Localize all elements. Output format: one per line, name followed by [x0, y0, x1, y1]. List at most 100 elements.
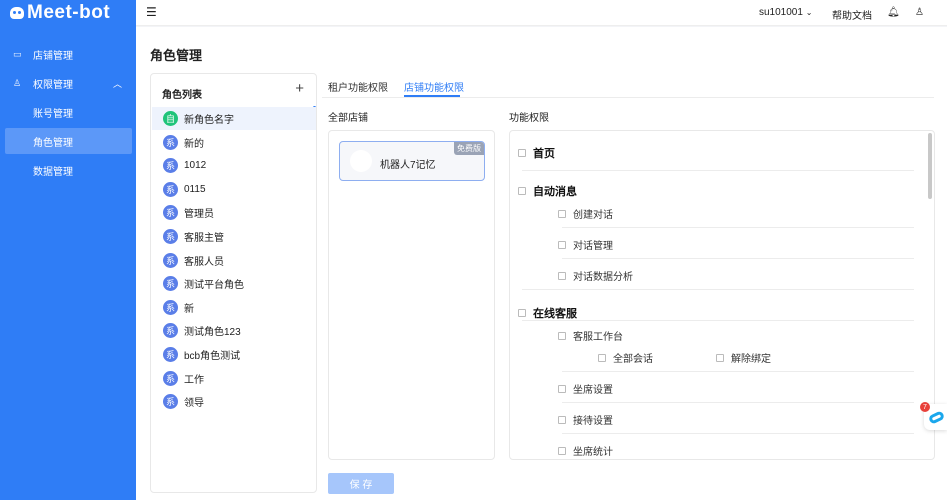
permission-checkbox[interactable]: 对话数据分析 — [558, 268, 633, 283]
role-type-badge: 系 — [163, 134, 178, 150]
role-list-item[interactable]: 系测试角色123 — [152, 319, 316, 342]
tab-tenant-permissions[interactable]: 租户功能权限 — [328, 79, 388, 94]
checkbox-icon — [518, 187, 526, 195]
permission-label: 接待设置 — [573, 416, 613, 427]
role-list-item[interactable]: 系 1012 — [152, 154, 316, 177]
role-name: 管理员 — [184, 209, 214, 221]
role-list-panel: 角色列表 + 自新角色名字系新的系 1012 系 0115 系管理员系客服主管系客服人员… — [150, 73, 317, 493]
role-name: 客服人员 — [184, 256, 224, 268]
permission-checkbox[interactable]: 客服工作台 — [558, 328, 623, 343]
divider — [562, 258, 914, 259]
role-name: 新的 — [184, 138, 204, 150]
sidebar-item-data[interactable]: 数据管理 — [5, 157, 132, 183]
role-name: bcb角色测试 — [184, 351, 241, 362]
role-list-item[interactable]: 系工作 — [152, 367, 316, 390]
sidebar-item-store[interactable]: ▭ 店铺管理 — [5, 41, 132, 67]
role-type-badge: 系 — [163, 181, 178, 197]
role-type-badge: 系 — [163, 229, 178, 244]
permission-label: 在线客服 — [533, 308, 577, 320]
sidebar-item-permissions[interactable]: ♙ 权限管理 ︿ — [5, 70, 132, 96]
role-list-item[interactable]: 系 bcb角色测试 — [152, 343, 316, 366]
tab-store-permissions[interactable]: 店铺功能权限 — [404, 79, 464, 94]
role-type-badge: 系 — [163, 347, 178, 362]
role-name: 测试平台角色 — [184, 280, 244, 292]
permission-label: 解除绑定 — [731, 354, 771, 365]
role-list-item[interactable]: 系领导 — [152, 390, 316, 413]
permission-label: 坐席统计 — [573, 447, 613, 458]
role-list-item[interactable]: 系 0115 — [152, 178, 316, 201]
role-name: 客服主管 — [184, 233, 224, 244]
permission-label: 客服工作台 — [573, 332, 623, 343]
divider — [522, 320, 914, 321]
permission-checkbox[interactable]: 接待设置 — [558, 412, 613, 427]
chat-logo-icon — [927, 410, 946, 425]
role-list-item[interactable]: 系客服人员 — [152, 249, 316, 272]
logo: Meet-bot — [10, 2, 110, 24]
plan-badge: 免费版 — [454, 142, 484, 155]
permission-checkbox[interactable]: 自动消息 — [518, 183, 577, 199]
permission-checkbox[interactable]: 解除绑定 — [716, 350, 771, 365]
role-list-item[interactable]: 系管理员 — [152, 201, 316, 224]
permission-label: 对话管理 — [573, 241, 613, 252]
checkbox-icon — [518, 149, 526, 157]
role-name: 测试角色123 — [184, 327, 241, 339]
checkbox-icon — [558, 446, 566, 455]
checkbox-icon — [558, 331, 566, 340]
checkbox-icon — [558, 209, 566, 218]
divider — [522, 170, 914, 171]
role-type-badge: 系 — [163, 252, 178, 268]
user-dropdown[interactable]: su101001 ⌄ — [759, 7, 812, 18]
permission-checkbox[interactable]: 首页 — [518, 145, 555, 161]
role-type-badge: 系 — [163, 394, 178, 410]
sidebar: Meet-bot ▭ 店铺管理 ♙ 权限管理 ︿ 账号管理 角色管理 数据管理 — [0, 0, 136, 500]
store-avatar — [350, 150, 372, 172]
store-name: 机器人7记忆 — [380, 160, 436, 171]
scrollbar[interactable] — [928, 133, 932, 199]
notification-count-badge: 7 — [920, 402, 930, 412]
role-type-badge: 系 — [163, 370, 178, 386]
divider — [522, 289, 914, 290]
help-docs-link[interactable]: 帮助文档 — [832, 7, 872, 22]
chevron-up-icon: ︿ — [112, 78, 122, 89]
store-card[interactable]: 机器人7记忆 免费版 — [339, 141, 485, 181]
permission-checkbox[interactable]: 创建对话 — [558, 206, 613, 221]
sidebar-item-accounts[interactable]: 账号管理 — [5, 99, 132, 125]
checkbox-icon — [598, 353, 606, 362]
save-button[interactable]: 保 存 — [328, 473, 394, 494]
checkbox-icon — [558, 271, 566, 280]
checkbox-icon — [716, 353, 724, 362]
role-list-item[interactable]: 自新角色名字 — [152, 107, 316, 130]
divider — [562, 402, 914, 403]
menu-collapse-icon[interactable]: ☰ — [146, 5, 157, 19]
divider — [562, 227, 914, 228]
add-role-button[interactable]: + — [295, 80, 304, 97]
permissions-panel: 首页自动消息创建对话对话管理对话数据分析在线客服客服工作台全部会话 解除绑定坐席设… — [509, 130, 935, 460]
profile-icon[interactable]: ♙ — [915, 7, 924, 18]
role-name: 新 — [184, 303, 194, 315]
role-list-item[interactable]: 系客服主管 — [152, 225, 316, 248]
role-name: 领导 — [184, 398, 204, 410]
role-name: 0115 — [184, 183, 206, 195]
role-type-badge: 系 — [163, 205, 178, 221]
checkbox-icon — [558, 240, 566, 249]
role-list-item[interactable]: 系测试平台角色 — [152, 272, 316, 295]
role-type-badge: 系 — [163, 299, 178, 315]
role-list-item[interactable]: 系新的 — [152, 131, 316, 154]
role-name: 1012 — [184, 160, 207, 172]
sidebar-item-roles[interactable]: 角色管理 — [5, 128, 132, 154]
permission-checkbox[interactable]: 在线客服 — [518, 305, 577, 321]
permission-checkbox[interactable]: 对话管理 — [558, 237, 613, 252]
permission-label: 全部会话 — [613, 354, 653, 365]
permission-label: 坐席设置 — [573, 385, 613, 396]
role-type-badge: 自 — [163, 111, 178, 126]
checkbox-icon — [558, 384, 566, 393]
bell-icon[interactable]: 🔔︎ — [887, 7, 900, 18]
permission-checkbox[interactable]: 全部会话 — [598, 350, 653, 365]
role-name: 工作 — [184, 374, 204, 386]
permission-checkbox[interactable]: 坐席统计 — [558, 443, 613, 458]
role-name: 新角色名字 — [184, 115, 234, 126]
divider — [562, 371, 914, 372]
stores-title: 全部店铺 — [328, 113, 368, 124]
role-list-item[interactable]: 系新 — [152, 296, 316, 319]
permission-checkbox[interactable]: 坐席设置 — [558, 381, 613, 396]
